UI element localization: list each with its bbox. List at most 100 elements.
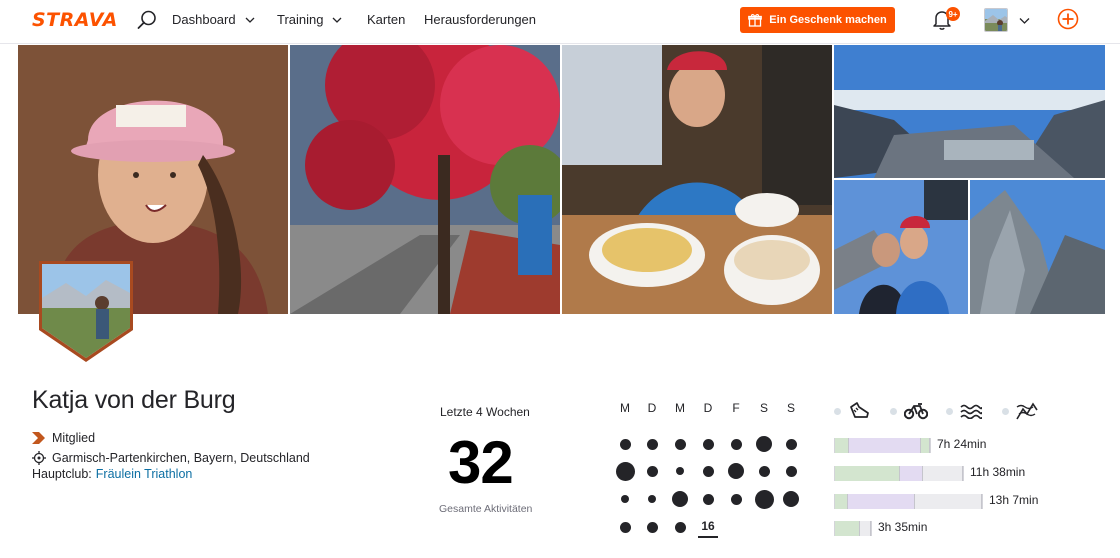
tab-other-sports[interactable] — [1002, 400, 1038, 422]
location-icon — [32, 451, 46, 465]
search-icon[interactable] — [136, 9, 158, 31]
weekday-label: D — [647, 401, 657, 415]
photo-couple[interactable] — [834, 180, 968, 314]
period-label: Letzte 4 Wochen — [440, 405, 530, 419]
activity-dot[interactable] — [646, 465, 658, 477]
activity-count-label: Gesamte Aktivitäten — [439, 503, 533, 515]
bar-segment — [835, 466, 900, 481]
today-date: 16 — [698, 519, 718, 538]
activity-dot[interactable] — [728, 463, 744, 479]
bar-segment — [848, 494, 915, 509]
activity-dot[interactable] — [785, 438, 797, 450]
notification-badge: 9+ — [946, 7, 960, 21]
tab-indicator — [946, 407, 953, 415]
tab-indicator — [1002, 407, 1009, 415]
activity-dot[interactable] — [730, 438, 742, 450]
photo-rock-face[interactable] — [970, 180, 1105, 314]
club-row: Hauptclub: Fräulein Triathlon — [32, 467, 192, 481]
activity-dot[interactable] — [702, 493, 714, 505]
athlete-name: Katja von der Burg — [32, 386, 236, 414]
strava-logo[interactable]: STRAVA — [32, 9, 118, 31]
activity-count: 32 — [448, 429, 514, 496]
photo-cafe[interactable] — [562, 45, 832, 314]
training-bar[interactable] — [834, 466, 964, 481]
activity-dot[interactable] — [754, 489, 774, 509]
bar-segment — [915, 494, 982, 509]
weekday-label: S — [786, 401, 795, 415]
chevron-down-icon — [245, 17, 255, 23]
activity-dot[interactable] — [646, 521, 658, 533]
activity-dot[interactable] — [621, 495, 629, 503]
tab-bike[interactable] — [890, 400, 928, 422]
give-gift-button[interactable]: Ein Geschenk machen — [740, 7, 895, 33]
activity-dot[interactable] — [672, 491, 688, 507]
training-time-label: 3h 35min — [878, 520, 928, 534]
weekday-label: F — [732, 401, 740, 415]
membership-chevron-icon — [32, 432, 45, 444]
nav-training[interactable]: Training — [277, 12, 342, 27]
activity-dot[interactable] — [646, 438, 658, 450]
nav-herausforderungen-label: Herausforderungen — [424, 12, 537, 27]
activity-dot[interactable] — [783, 491, 799, 507]
other-sport-icon — [1016, 402, 1038, 420]
training-time-label: 13h 7min — [989, 493, 1039, 507]
run-icon — [850, 402, 869, 418]
bar-segment — [923, 466, 963, 481]
activity-dot[interactable] — [702, 438, 714, 450]
activity-dot[interactable] — [674, 521, 686, 533]
top-navigation: STRAVA Dashboard Training Karten Herausf… — [0, 0, 1120, 44]
tab-run[interactable] — [834, 400, 870, 422]
activity-dot[interactable] — [648, 495, 656, 503]
training-bar[interactable] — [834, 521, 872, 536]
club-link[interactable]: Fräulein Triathlon — [96, 467, 193, 481]
activity-dot[interactable] — [702, 465, 714, 477]
photo-autumn-tree[interactable] — [290, 45, 560, 314]
activity-dot[interactable] — [730, 493, 742, 505]
nav-dashboard[interactable]: Dashboard — [172, 12, 255, 27]
bar-segment — [860, 521, 871, 536]
activity-dot[interactable] — [758, 465, 770, 477]
nav-dashboard-label: Dashboard — [172, 12, 236, 27]
photo-mountain-panorama[interactable] — [834, 45, 1105, 178]
chevron-down-icon[interactable] — [1019, 15, 1030, 26]
weekday-label: S — [759, 401, 768, 415]
tab-swim[interactable] — [946, 400, 982, 422]
activity-dot[interactable] — [619, 438, 631, 450]
location-row: Garmisch-Partenkirchen, Bayern, Deutschl… — [32, 451, 310, 465]
membership-label: Mitglied — [52, 431, 96, 445]
activity-dot[interactable] — [756, 436, 772, 452]
training-time-label: 7h 24min — [937, 437, 987, 451]
give-gift-label: Ein Geschenk machen — [769, 14, 887, 26]
bar-segment — [921, 438, 930, 453]
weekday-label: M — [620, 401, 630, 415]
add-icon[interactable] — [1057, 8, 1079, 30]
activity-dot[interactable] — [619, 521, 631, 533]
user-avatar[interactable] — [984, 8, 1008, 32]
bar-segment — [835, 494, 848, 509]
bar-segment — [835, 521, 860, 536]
nav-herausforderungen[interactable]: Herausforderungen — [424, 12, 536, 27]
bar-segment — [835, 438, 849, 453]
photo-banner — [18, 45, 1105, 314]
nav-training-label: Training — [277, 12, 324, 27]
membership-row: Mitglied — [32, 431, 95, 445]
bar-segment — [900, 466, 923, 481]
training-bar[interactable] — [834, 494, 983, 509]
weekday-label: D — [703, 401, 713, 415]
activity-dot[interactable] — [676, 467, 684, 475]
activity-dot[interactable] — [674, 438, 686, 450]
profile-avatar[interactable] — [36, 258, 136, 364]
activity-dot[interactable] — [785, 465, 797, 477]
bike-icon — [904, 403, 928, 420]
training-bar[interactable] — [834, 438, 931, 453]
weekday-label: M — [675, 401, 685, 415]
tab-indicator — [834, 407, 841, 415]
club-label: Hauptclub: — [32, 467, 92, 481]
location-label: Garmisch-Partenkirchen, Bayern, Deutschl… — [52, 451, 310, 465]
tab-indicator — [890, 407, 897, 415]
training-time-label: 11h 38min — [970, 465, 1026, 479]
nav-karten[interactable]: Karten — [367, 12, 405, 27]
activity-dot[interactable] — [615, 461, 635, 481]
swim-icon — [960, 404, 982, 419]
bar-segment — [849, 438, 921, 453]
